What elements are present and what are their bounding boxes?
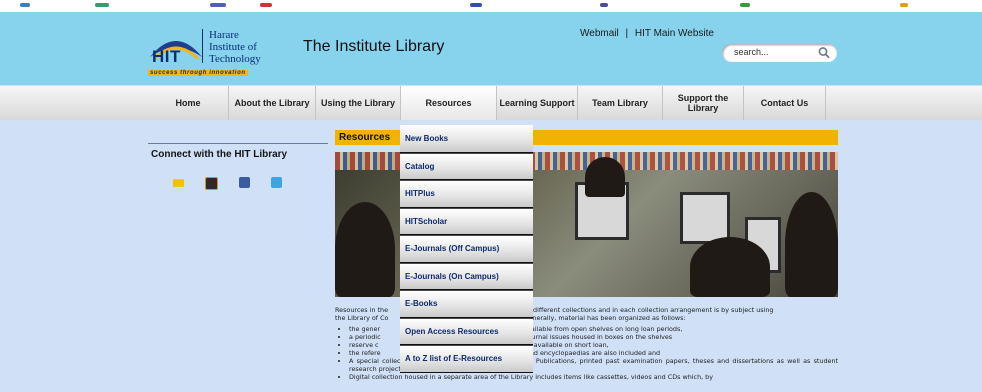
main-nav: Home About the Library Using the Library… [148,86,826,120]
email-icon[interactable] [173,179,184,187]
link-separator: | [625,28,629,39]
logo-name-line-2: Institute of [209,41,257,53]
facebook-icon[interactable] [239,177,250,188]
site-header: HIT Harare Institute of Technology succe… [0,12,982,85]
twitter-icon[interactable] [271,177,282,188]
logo-name: Harare Institute of Technology [209,29,261,65]
menu-item-a-to-z[interactable]: A to Z list of E-Resources [400,345,533,373]
nav-resources[interactable]: Resources [401,86,497,120]
photo-person [785,192,838,297]
intro-line-2-start: the Library of Co [335,314,389,322]
photo-person [335,202,395,297]
nav-team-library[interactable]: Team Library [578,86,663,120]
photo-person [585,157,625,197]
nav-learning-support[interactable]: Learning Support [497,86,578,120]
intro-line-1-start: Resources in the [335,306,389,314]
top-image-strip [0,0,982,12]
list-item-end: s and encyclopaedias are also included a… [520,349,661,357]
resources-dropdown-menu: New Books Catalog HITPlus HITScholar E-J… [400,125,533,373]
list-item-text: Digital collection housed in a separate … [349,373,714,381]
list-item-start: reserve c [349,341,379,349]
intro-line-1-end: different collections and in each collec… [533,306,774,314]
section-title: Resources [335,130,395,145]
menu-item-ejournals-off-campus[interactable]: E-Journals (Off Campus) [400,235,533,263]
rss-icon[interactable] [205,177,218,190]
sidebar-divider [148,143,328,144]
logo-divider [202,29,203,63]
nav-support[interactable]: Support the Library [663,86,744,120]
list-item: Digital collection housed in a separate … [349,373,838,381]
menu-item-catalog[interactable]: Catalog [400,152,533,180]
top-links: Webmail | HIT Main Website [580,28,714,39]
menu-item-hitplus[interactable]: HITPlus [400,180,533,208]
logo-name-line-3: Technology [209,53,261,65]
list-item-end: ournal issues housed in boxes on the she… [527,333,673,341]
sidebar-heading: Connect with the HIT Library [151,149,288,160]
social-icons [173,177,282,190]
list-item-end: d available on short loan, [527,341,609,349]
webmail-link[interactable]: Webmail [580,28,619,39]
menu-item-ebooks[interactable]: E-Books [400,290,533,318]
nav-using[interactable]: Using the Library [316,86,401,120]
main-website-link[interactable]: HIT Main Website [635,28,714,39]
hit-logo[interactable]: HIT Harare Institute of Technology succe… [148,25,268,79]
logo-tagline: success through innovation [148,70,248,76]
menu-item-open-access[interactable]: Open Access Resources [400,317,533,345]
menu-item-ejournals-on-campus[interactable]: E-Journals (On Campus) [400,262,533,290]
nav-home[interactable]: Home [148,86,229,120]
list-item-start: the refere [349,349,381,357]
nav-contact[interactable]: Contact Us [744,86,826,120]
photo-person [690,237,770,297]
menu-item-new-books[interactable]: New Books [400,125,533,153]
logo-name-line-1: Harare [209,29,239,41]
logo-abbr: HIT [152,47,181,66]
search-input[interactable] [732,46,816,58]
search-icon[interactable] [817,46,831,60]
menu-item-hitscholar[interactable]: HITScholar [400,207,533,235]
list-item-start: the gener [349,325,381,333]
list-item-start: a periodic [349,333,381,341]
photo-monitor [680,192,730,244]
site-title: The Institute Library [303,38,445,55]
nav-about[interactable]: About the Library [229,86,316,120]
search-box [722,44,837,62]
list-item-end: vailable from open shelves on long loan … [527,325,683,333]
intro-line-2-end: enerally, material has been organized as… [528,314,686,322]
